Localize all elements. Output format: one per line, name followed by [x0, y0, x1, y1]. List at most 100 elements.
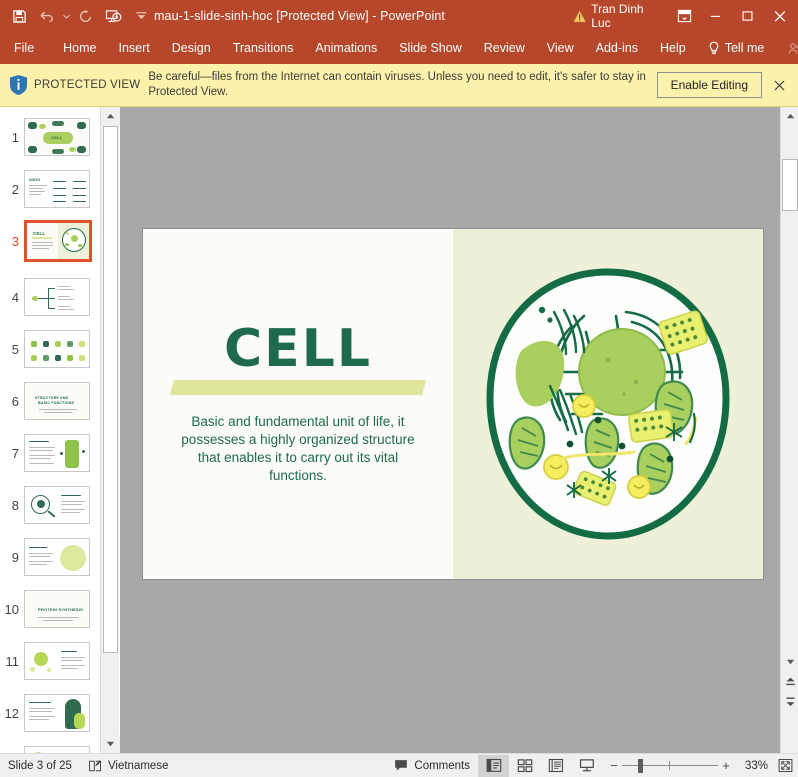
reading-view-icon: [548, 758, 563, 773]
tab-design[interactable]: Design: [161, 32, 222, 64]
slide-text-panel[interactable]: CELL Basic and fundamental unit of life,…: [143, 229, 453, 579]
tab-add-ins[interactable]: Add-ins: [585, 32, 649, 64]
close-icon[interactable]: [764, 0, 796, 32]
title-bar: mau-1-slide-sinh-hoc [Protected View] - …: [0, 0, 798, 32]
fit-to-window-button[interactable]: [772, 758, 798, 773]
slide-thumbnail-4[interactable]: 4: [0, 271, 98, 323]
thumbnail-preview-selected[interactable]: CELL: [24, 220, 92, 262]
tab-view[interactable]: View: [536, 32, 585, 64]
scroll-down-arrow-icon[interactable]: [101, 735, 120, 753]
titlebar-right-group: Tran Dinh Luc: [565, 0, 798, 32]
zoom-in-button[interactable]: +: [718, 758, 734, 773]
thumbnail-pane-scrollbar[interactable]: [100, 107, 120, 753]
slide-illustration-panel[interactable]: [453, 229, 763, 579]
scrollbar-thumb[interactable]: [103, 126, 118, 653]
slide-sorter-icon: [517, 759, 532, 773]
tab-review[interactable]: Review: [473, 32, 536, 64]
slide-thumbnail-10[interactable]: 10 PROTEIN SYNTHESIS: [0, 583, 98, 635]
maximize-icon[interactable]: [731, 0, 763, 32]
scroll-up-arrow-icon[interactable]: [101, 107, 120, 125]
tab-animations[interactable]: Animations: [304, 32, 388, 64]
thumbnail-preview[interactable]: [24, 330, 90, 368]
thumbnail-number: 8: [11, 497, 19, 513]
thumbnail-preview[interactable]: PROTEIN SYNTHESIS: [24, 590, 90, 628]
slide-thumbnail-11[interactable]: 11: [0, 635, 98, 687]
scroll-down-arrow-icon[interactable]: [781, 653, 798, 670]
thumbnail-number: 10: [4, 601, 19, 617]
slide-thumbnail-3[interactable]: 3 CELL: [0, 215, 98, 267]
slide-editing-area[interactable]: CELL Basic and fundamental unit of life,…: [120, 107, 780, 753]
status-bar: Slide 3 of 25 Vietnamese Comments − + 33…: [0, 753, 798, 777]
slide-thumbnail-6[interactable]: 6 STRUCTURE AND BASIC FUNCTIONS: [0, 375, 98, 427]
slide-counter[interactable]: Slide 3 of 25: [0, 754, 80, 777]
next-slide-button[interactable]: [781, 693, 798, 710]
tab-slide-show[interactable]: Slide Show: [388, 32, 473, 64]
reading-view-button[interactable]: [540, 755, 571, 777]
thumbnail-preview[interactable]: INDEX: [24, 170, 90, 208]
thumbnail-number: 9: [11, 549, 19, 565]
zoom-slider[interactable]: [622, 758, 718, 773]
tab-transitions[interactable]: Transitions: [222, 32, 305, 64]
zoom-slider-thumb[interactable]: [638, 758, 643, 773]
language-status[interactable]: Vietnamese: [80, 754, 177, 777]
slide-thumbnail-13[interactable]: 13: [0, 739, 98, 753]
slide-thumbnail-9[interactable]: 9: [0, 531, 98, 583]
undo-dropdown-icon[interactable]: [62, 4, 70, 28]
fit-slide-icon: [778, 758, 792, 773]
slide-thumbnail-5[interactable]: 5: [0, 323, 98, 375]
slide-sorter-button[interactable]: [509, 755, 540, 777]
protected-view-bar: PROTECTED VIEW Be careful—files from the…: [0, 64, 798, 107]
save-icon[interactable]: [6, 4, 32, 28]
ribbon-display-options-icon[interactable]: [670, 0, 699, 32]
previous-slide-button[interactable]: [781, 673, 798, 690]
thumbnail-preview[interactable]: [24, 538, 90, 576]
slide-show-button[interactable]: [571, 755, 602, 777]
thumbnail-preview[interactable]: [24, 434, 90, 472]
slide-area-scrollbar[interactable]: [780, 107, 798, 753]
info-shield-icon: [4, 74, 32, 96]
customize-qat-icon[interactable]: [128, 4, 154, 28]
current-slide[interactable]: CELL Basic and fundamental unit of life,…: [143, 229, 763, 579]
thumbnail-preview[interactable]: [24, 278, 90, 316]
undo-icon[interactable]: [34, 4, 60, 28]
slide-description[interactable]: Basic and fundamental unit of life, it p…: [175, 413, 421, 485]
start-presentation-icon[interactable]: [100, 4, 126, 28]
window-title: mau-1-slide-sinh-hoc [Protected View] - …: [154, 9, 446, 23]
slide-thumbnail-12[interactable]: 12: [0, 687, 98, 739]
powerpoint-window: mau-1-slide-sinh-hoc [Protected View] - …: [0, 0, 798, 777]
tell-me-box[interactable]: Tell me: [697, 32, 776, 64]
zoom-out-button[interactable]: −: [606, 758, 622, 773]
thumbnail-preview[interactable]: [24, 746, 90, 753]
zoom-control[interactable]: − +: [602, 758, 738, 773]
ribbon-tab-bar: File Home Insert Design Transitions Anim…: [0, 32, 798, 64]
thumbnail-preview[interactable]: CELL: [24, 118, 90, 156]
tab-home[interactable]: Home: [52, 32, 107, 64]
tab-insert[interactable]: Insert: [108, 32, 161, 64]
comment-icon: [395, 760, 408, 771]
zoom-slider-tick: [669, 760, 670, 770]
tab-help[interactable]: Help: [649, 32, 697, 64]
redo-icon[interactable]: [72, 4, 98, 28]
enable-editing-button[interactable]: Enable Editing: [656, 72, 762, 98]
zoom-level-label[interactable]: 33%: [738, 760, 772, 772]
account-chip[interactable]: Tran Dinh Luc: [565, 0, 670, 32]
thumbnail-number: 12: [4, 705, 19, 721]
slide-thumbnail-8[interactable]: 8: [0, 479, 98, 531]
comments-button[interactable]: Comments: [386, 754, 478, 777]
tab-file[interactable]: File: [0, 32, 52, 64]
thumbnail-number: 5: [11, 341, 19, 357]
normal-view-button[interactable]: [478, 754, 509, 777]
slide-title[interactable]: CELL: [224, 323, 372, 375]
scrollbar-thumb[interactable]: [782, 159, 798, 211]
thumbnail-preview[interactable]: [24, 694, 90, 732]
scroll-up-arrow-icon[interactable]: [781, 107, 798, 125]
slide-thumbnail-1[interactable]: 1 CELL: [0, 111, 98, 163]
thumbnail-preview[interactable]: STRUCTURE AND BASIC FUNCTIONS: [24, 382, 90, 420]
slide-thumbnail-2[interactable]: 2 INDEX: [0, 163, 98, 215]
thumbnail-preview[interactable]: [24, 486, 90, 524]
slide-counter-label: Slide 3 of 25: [8, 759, 72, 772]
slide-thumbnail-7[interactable]: 7: [0, 427, 98, 479]
minimize-icon[interactable]: [699, 0, 731, 32]
dismiss-protected-view-icon[interactable]: [766, 72, 792, 98]
thumbnail-preview[interactable]: [24, 642, 90, 680]
